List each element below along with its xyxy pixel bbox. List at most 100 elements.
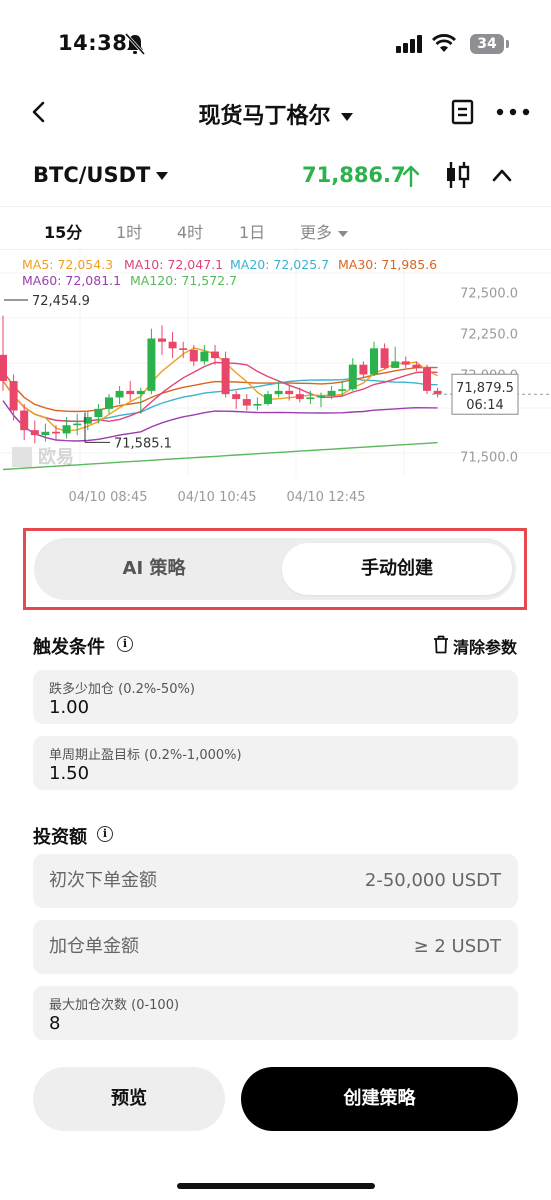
candle-body	[41, 431, 50, 436]
tab-more[interactable]: 更多	[300, 219, 349, 243]
candle-body	[401, 361, 410, 365]
candle-body	[9, 381, 18, 411]
tab-4h[interactable]: 4时	[177, 219, 203, 243]
max-add-count-label: 最大加仓次数 (0-100)	[49, 998, 180, 1013]
timeframe-tabs: 15分 1时 4时 1日 更多	[0, 206, 551, 250]
tab-1h[interactable]: 1时	[116, 219, 142, 243]
trigger-section-title: 触发条件	[33, 637, 105, 658]
candle-body	[253, 403, 262, 406]
chevron-up-icon[interactable]	[491, 167, 513, 183]
candle-body	[285, 390, 294, 395]
candle-body	[179, 348, 188, 350]
y-tick-label: 72,250.0	[460, 328, 518, 343]
bell-off-icon	[125, 33, 145, 55]
signal-icon	[396, 35, 422, 53]
nav-header: 现货马丁格尔	[0, 88, 551, 136]
tab-manual-create[interactable]: 手动创建	[282, 543, 512, 595]
take-profit-value[interactable]: 1.50	[49, 763, 89, 784]
candle-body	[327, 390, 336, 396]
battery-tip	[506, 40, 509, 48]
page-title: 现货马丁格尔	[198, 104, 331, 129]
status-bar: 14:38 34	[0, 0, 551, 88]
candle-body	[295, 394, 304, 400]
drop-percent-field[interactable]: 跌多少加仓 (0.2%-50%) 1.00	[33, 670, 518, 724]
ma-legend-label: MA120: 71,572.7	[130, 273, 237, 288]
pair-chevron-down-icon[interactable]	[156, 172, 168, 180]
candle-body	[370, 348, 378, 375]
current-price-label: 71,879.5	[456, 381, 514, 396]
candle-body	[211, 351, 219, 359]
create-strategy-button[interactable]: 创建策略	[241, 1067, 518, 1131]
pair-selector[interactable]: BTC/USDT	[33, 163, 150, 187]
candle-body	[62, 425, 71, 434]
tab-15m[interactable]: 15分	[44, 219, 82, 243]
tab-more-label: 更多	[300, 223, 333, 242]
candle-body	[52, 431, 60, 434]
x-tick-label: 04/10 10:45	[177, 490, 256, 505]
drop-percent-label: 跌多少加仓 (0.2%-50%)	[49, 682, 195, 697]
watermark-icon	[12, 447, 32, 467]
ma-legend-label: MA60: 72,081.1	[22, 273, 121, 288]
candle-body	[126, 390, 135, 395]
x-tick-label: 04/10 12:45	[286, 490, 365, 505]
candle-body	[433, 390, 442, 395]
more-icon[interactable]	[496, 108, 530, 116]
countdown-label: 06:14	[466, 398, 503, 413]
candle-body	[158, 338, 166, 342]
chevron-down-icon	[338, 230, 349, 237]
trash-icon[interactable]	[433, 635, 449, 654]
initial-order-placeholder: 初次下单金额	[49, 870, 157, 891]
drop-percent-value[interactable]: 1.00	[49, 697, 89, 718]
candle-body	[189, 349, 198, 362]
candle-body	[136, 390, 145, 395]
arrow-up-icon	[402, 165, 420, 188]
candle-body	[20, 410, 29, 431]
candle-body	[412, 364, 421, 368]
info-icon[interactable]: i	[97, 826, 113, 842]
add-order-hint: ≥ 2 USDT	[413, 936, 501, 957]
max-add-count-field[interactable]: 最大加仓次数 (0-100) 8	[33, 986, 518, 1040]
y-tick-label: 72,500.0	[460, 287, 518, 302]
max-add-count-value[interactable]: 8	[49, 1013, 60, 1034]
candle-body	[380, 348, 389, 368]
info-icon[interactable]: i	[117, 636, 133, 652]
candle-body	[115, 390, 124, 398]
candle-body	[94, 408, 103, 418]
candle-body	[306, 397, 315, 400]
candle-body	[338, 389, 347, 391]
ma-legend-label: MA30: 71,985.6	[338, 257, 437, 272]
candle-body	[73, 423, 82, 426]
battery-icon: 34	[470, 34, 504, 54]
candlestick-icon[interactable]	[445, 160, 471, 190]
candle-body	[391, 361, 400, 368]
wifi-icon	[432, 34, 456, 52]
tab-1d[interactable]: 1日	[239, 219, 265, 243]
last-price: 71,886.7	[302, 163, 406, 187]
low-price-label: 71,585.1	[114, 436, 172, 451]
candle-body	[200, 351, 209, 362]
tab-ai-strategy[interactable]: AI 策略	[34, 538, 274, 600]
ma-legend-label: MA20: 72,025.7	[230, 257, 329, 272]
kline-chart[interactable]: 72,500.072,250.072,000.071,500.004/10 08…	[0, 251, 551, 513]
candle-body	[232, 394, 241, 400]
initial-order-amount-field[interactable]: 初次下单金额 2-50,000 USDT	[33, 854, 518, 908]
candle-body	[264, 394, 272, 404]
high-price-label: 72,454.9	[32, 294, 90, 309]
preview-button[interactable]: 预览	[33, 1067, 225, 1131]
clear-params-button[interactable]: 清除参数	[453, 634, 517, 658]
add-order-amount-field[interactable]: 加仓单金额 ≥ 2 USDT	[33, 920, 518, 974]
orders-icon[interactable]	[451, 99, 475, 125]
x-tick-label: 04/10 08:45	[68, 490, 147, 505]
initial-order-hint: 2-50,000 USDT	[364, 870, 501, 891]
candle-body	[30, 430, 39, 436]
add-order-placeholder: 加仓单金额	[49, 936, 139, 957]
candle-body	[348, 364, 357, 390]
take-profit-field[interactable]: 单周期止盈目标 (0.2%-1,000%) 1.50	[33, 736, 518, 790]
y-tick-label: 71,500.0	[460, 450, 518, 465]
candle-body	[423, 367, 431, 391]
candle-body	[274, 390, 283, 395]
candle-body	[359, 364, 368, 375]
candle-body	[105, 397, 113, 409]
ma-legend-label: MA5: 72,054.3	[22, 257, 113, 272]
status-time: 14:38	[58, 31, 128, 55]
